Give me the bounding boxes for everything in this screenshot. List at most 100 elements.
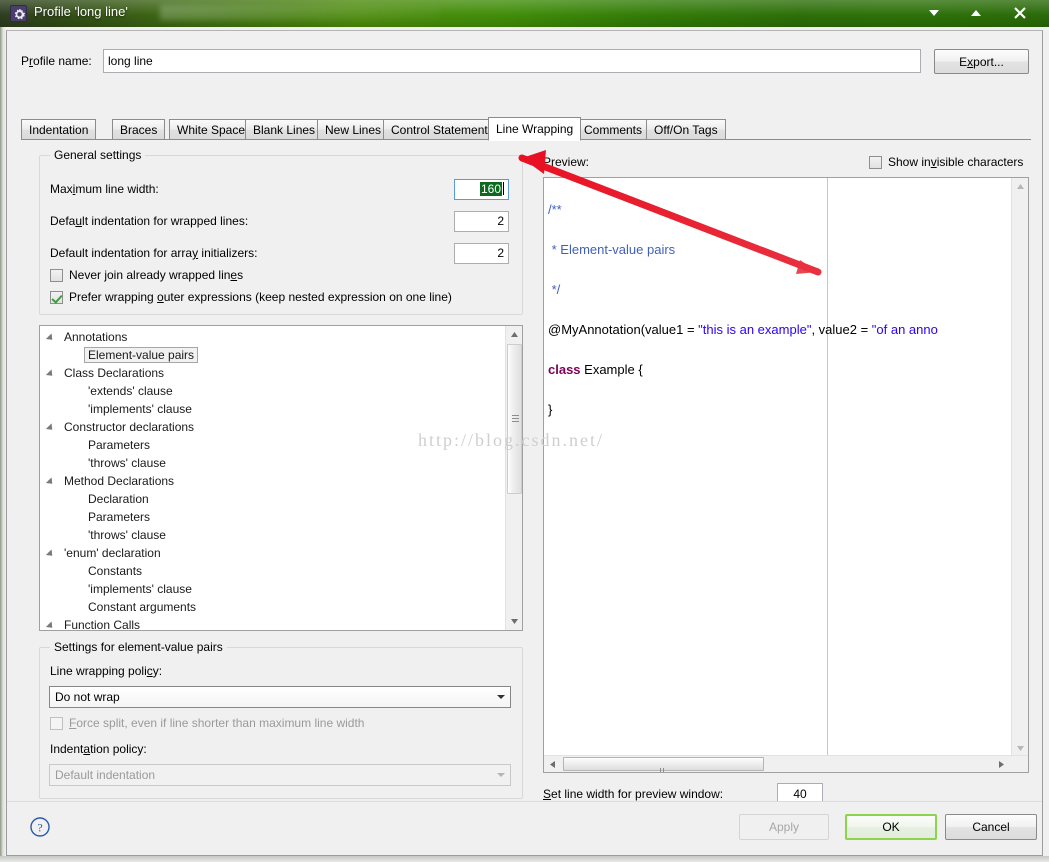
text-caret [503,182,504,195]
tree-item-method-throws-clause[interactable]: 'throws' clause [40,526,504,544]
wrapped-indent-value: 2 [497,214,504,228]
tree-item-method-parameters[interactable]: Parameters [40,508,504,526]
tab-strip-divider-right [566,139,1031,140]
tab-control-statements[interactable]: Control Statements [383,119,502,140]
tab-blank-lines[interactable]: Blank Lines [245,119,324,140]
chevron-down-icon[interactable] [492,688,509,706]
tree-item-label: Annotations [64,330,128,344]
prefer-outer-checkbox[interactable] [50,290,63,304]
max-line-width-value: 160 [479,182,502,196]
array-indent-value: 2 [497,246,504,260]
tab-label: New Lines [325,122,382,137]
svg-text:?: ? [37,821,42,835]
ok-button[interactable]: OK [845,814,937,840]
preview-label: Preview: [543,155,590,169]
tree-item-element-value-pairs[interactable]: Element-value pairs [40,346,504,364]
code-line-4-string1: "this is an example" [698,322,812,337]
tree-item-label: Constant arguments [88,600,197,614]
tab-line-wrapping[interactable]: Line Wrapping [488,117,582,141]
chevron-down-icon[interactable] [492,766,509,784]
tab-comments[interactable]: Comments [576,119,651,140]
export-button[interactable]: Export... [934,49,1029,74]
preview-hscroll-thumb[interactable] [563,757,764,772]
formatter-tab-strip: Indentation Braces White Space Blank Lin… [21,117,1031,141]
wrapped-indent-label: Default indentation for wrapped lines: [50,214,249,228]
scroll-left-icon[interactable] [544,756,561,772]
tree-item-enum-declaration[interactable]: 'enum' declaration [40,544,504,562]
tab-indentation[interactable]: Indentation [21,119,97,140]
tree-item-extends-clause[interactable]: 'extends' clause [40,382,504,400]
expand-arrow-icon[interactable] [45,423,56,433]
prefer-outer-checkbox-row[interactable]: Prefer wrapping outer expressions (keep … [50,290,452,304]
tab-off-on-tags[interactable]: Off/On Tags [646,119,726,140]
help-icon[interactable]: ? [29,816,51,838]
tree-vertical-scrollbar[interactable] [505,326,522,630]
scroll-up-icon[interactable] [1012,178,1028,195]
apply-button[interactable]: Apply [739,814,829,840]
export-button-label: Export... [959,54,1004,69]
preview-code-panel[interactable]: /** * Element-value pairs */ @MyAnnotati… [543,177,1029,773]
code-line-4-string2: "of an anno [871,322,938,337]
tree-item-constructor-throws-clause[interactable]: 'throws' clause [40,454,504,472]
tab-braces[interactable]: Braces [112,119,166,140]
code-line-4-annotation: @MyAnnotation(value1 = [548,322,699,337]
tree-item-method-declarations[interactable]: Method Declarations [40,472,504,490]
scroll-right-icon[interactable] [993,756,1010,772]
preview-vertical-scrollbar[interactable] [1011,178,1028,757]
cancel-button[interactable]: Cancel [945,814,1037,840]
never-join-checkbox[interactable] [50,268,63,282]
dialog-button-bar: ? Apply OK Cancel [7,801,1042,855]
tree-item-implements-clause[interactable]: 'implements' clause [40,400,504,418]
settings-group-title: Settings for element-value pairs [50,640,227,654]
show-invisible-characters-checkbox[interactable] [869,155,882,169]
tree-item-enum-constants[interactable]: Constants [40,562,504,580]
code-line-1: /** [548,202,562,217]
expand-arrow-icon[interactable] [45,549,56,559]
tree-item-annotations[interactable]: Annotations [40,328,504,346]
tree-item-constant-arguments[interactable]: Constant arguments [40,598,504,616]
tree-scroll-thumb[interactable] [507,344,522,494]
never-join-checkbox-row[interactable]: Never join already wrapped lines [50,268,243,282]
expand-arrow-icon[interactable] [45,333,56,343]
line-wrapping-policy-select[interactable]: Do not wrap [49,686,511,708]
line-wrapping-tree[interactable]: Annotations Element-value pairs Class De… [39,325,523,631]
tab-label: Control Statements [391,122,494,137]
array-indent-input[interactable]: 2 [454,243,509,264]
max-line-width-input[interactable]: 160 [454,179,509,200]
tree-item-method-declaration[interactable]: Declaration [40,490,504,508]
tab-white-space[interactable]: White Space [169,119,254,140]
tab-label: Comments [584,122,643,137]
tree-item-enum-implements-clause[interactable]: 'implements' clause [40,580,504,598]
tree-item-label: Parameters [88,438,151,452]
expand-arrow-icon[interactable] [45,369,56,379]
scroll-down-icon[interactable] [506,613,522,630]
scroll-up-icon[interactable] [506,326,522,343]
tree-item-function-calls[interactable]: Function Calls [40,616,504,630]
tab-new-lines[interactable]: New Lines [317,119,390,140]
code-line-4-sep: , value2 = [811,322,872,337]
expand-arrow-icon[interactable] [45,477,56,487]
profile-name-input[interactable] [103,49,921,73]
force-split-label: Force split, even if line shorter than m… [69,716,365,730]
expand-arrow-icon[interactable] [45,621,56,630]
wrapped-indent-input[interactable]: 2 [454,211,509,232]
show-invisible-characters-row[interactable]: Show invisible characters [869,155,1023,169]
maximize-button[interactable] [955,0,997,26]
tab-label: White Space [177,122,246,137]
force-split-checkbox-row[interactable]: Force split, even if line shorter than m… [50,716,364,730]
close-icon[interactable] [999,0,1041,26]
tree-item-constructor-parameters[interactable]: Parameters [40,436,504,454]
tree-item-label: Method Declarations [64,474,175,488]
tree-item-constructor-declarations[interactable]: Constructor declarations [40,418,504,436]
force-split-checkbox[interactable] [50,716,63,730]
profile-name-label: Profile name: [21,54,92,68]
indentation-policy-select[interactable]: Default indentation [49,764,511,786]
prefer-outer-label: Prefer wrapping outer expressions (keep … [69,290,452,304]
tree-item-label: Constructor declarations [64,420,195,434]
minimize-button[interactable] [913,0,955,26]
tree-item-class-declarations[interactable]: Class Declarations [40,364,504,382]
element-value-pairs-settings-group: Settings for element-value pairs Line wr… [39,640,523,799]
preview-horizontal-scrollbar[interactable] [544,755,1028,772]
tab-label: Braces [120,122,158,137]
title-bar-blurred-text [160,5,440,20]
